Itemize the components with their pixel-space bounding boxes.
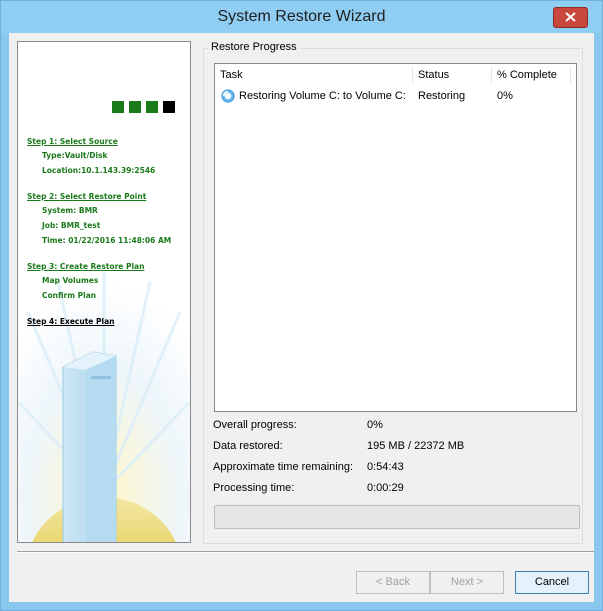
overall-progress-value: 0% [367, 419, 383, 431]
progress-square [112, 101, 124, 113]
overall-progress-bar [214, 505, 580, 529]
spinner-icon [221, 89, 235, 103]
column-header-status[interactable]: Status [413, 64, 491, 86]
column-header-percent[interactable]: % Complete [492, 64, 570, 86]
overall-progress-label: Overall progress: [213, 419, 297, 431]
step-3-detail: Map Volumes [42, 276, 99, 285]
close-icon [565, 12, 576, 22]
next-button[interactable]: Next > [430, 571, 504, 594]
time-remaining-label: Approximate time remaining: [213, 461, 354, 473]
table-row[interactable]: Restoring Volume C: to Volume C: Restori… [215, 86, 576, 106]
step-3-title[interactable]: Step 3: Create Restore Plan [27, 261, 187, 273]
window-title: System Restore Wizard [217, 8, 386, 25]
task-percent: 0% [497, 90, 513, 102]
title-bar[interactable]: System Restore Wizard [1, 1, 602, 33]
step-2-detail: Job: BMR_test [42, 221, 101, 230]
progress-square [146, 101, 158, 113]
button-divider [17, 551, 594, 553]
task-list[interactable]: Task Status % Complete Restoring Volume … [214, 63, 577, 412]
progress-square [129, 101, 141, 113]
step-1-detail: Location:10.1.143.39:2546 [42, 166, 156, 175]
steps-panel: Step 1: Select Source Type:Vault/Disk Lo… [17, 41, 191, 543]
processing-time-label: Processing time: [213, 482, 295, 494]
task-name: Restoring Volume C: to Volume C: [239, 90, 406, 102]
step-4-title[interactable]: Step 4: Execute Plan [27, 316, 187, 328]
data-restored-value: 195 MB / 22372 MB [367, 440, 465, 452]
task-status: Restoring [418, 90, 466, 102]
step-1-title[interactable]: Step 1: Select Source [27, 136, 187, 148]
task-list-header: Task Status % Complete [215, 64, 576, 86]
time-remaining-value: 0:54:43 [367, 461, 404, 473]
cancel-button[interactable]: Cancel [515, 571, 589, 594]
step-2-detail: System: BMR [42, 206, 98, 215]
wizard-body: Step 1: Select Source Type:Vault/Disk Lo… [9, 33, 594, 602]
back-button[interactable]: < Back [356, 571, 430, 594]
data-restored-label: Data restored: [213, 440, 283, 452]
step-3-detail: Confirm Plan [42, 291, 97, 300]
step-1-detail: Type:Vault/Disk [42, 151, 108, 160]
progress-square [163, 101, 175, 113]
column-header-task[interactable]: Task [215, 64, 412, 86]
wizard-window: System Restore Wizard Step 1: Select Sou… [0, 0, 603, 611]
steps-list: Step 1: Select Source Type:Vault/Disk Lo… [27, 136, 187, 328]
step-2-detail: Time: 01/22/2016 11:48:06 AM [42, 236, 172, 245]
restore-progress-label: Restore Progress [208, 41, 300, 53]
processing-time-value: 0:00:29 [367, 482, 404, 494]
close-button[interactable] [553, 7, 588, 28]
step-2-title[interactable]: Step 2: Select Restore Point [27, 191, 187, 203]
